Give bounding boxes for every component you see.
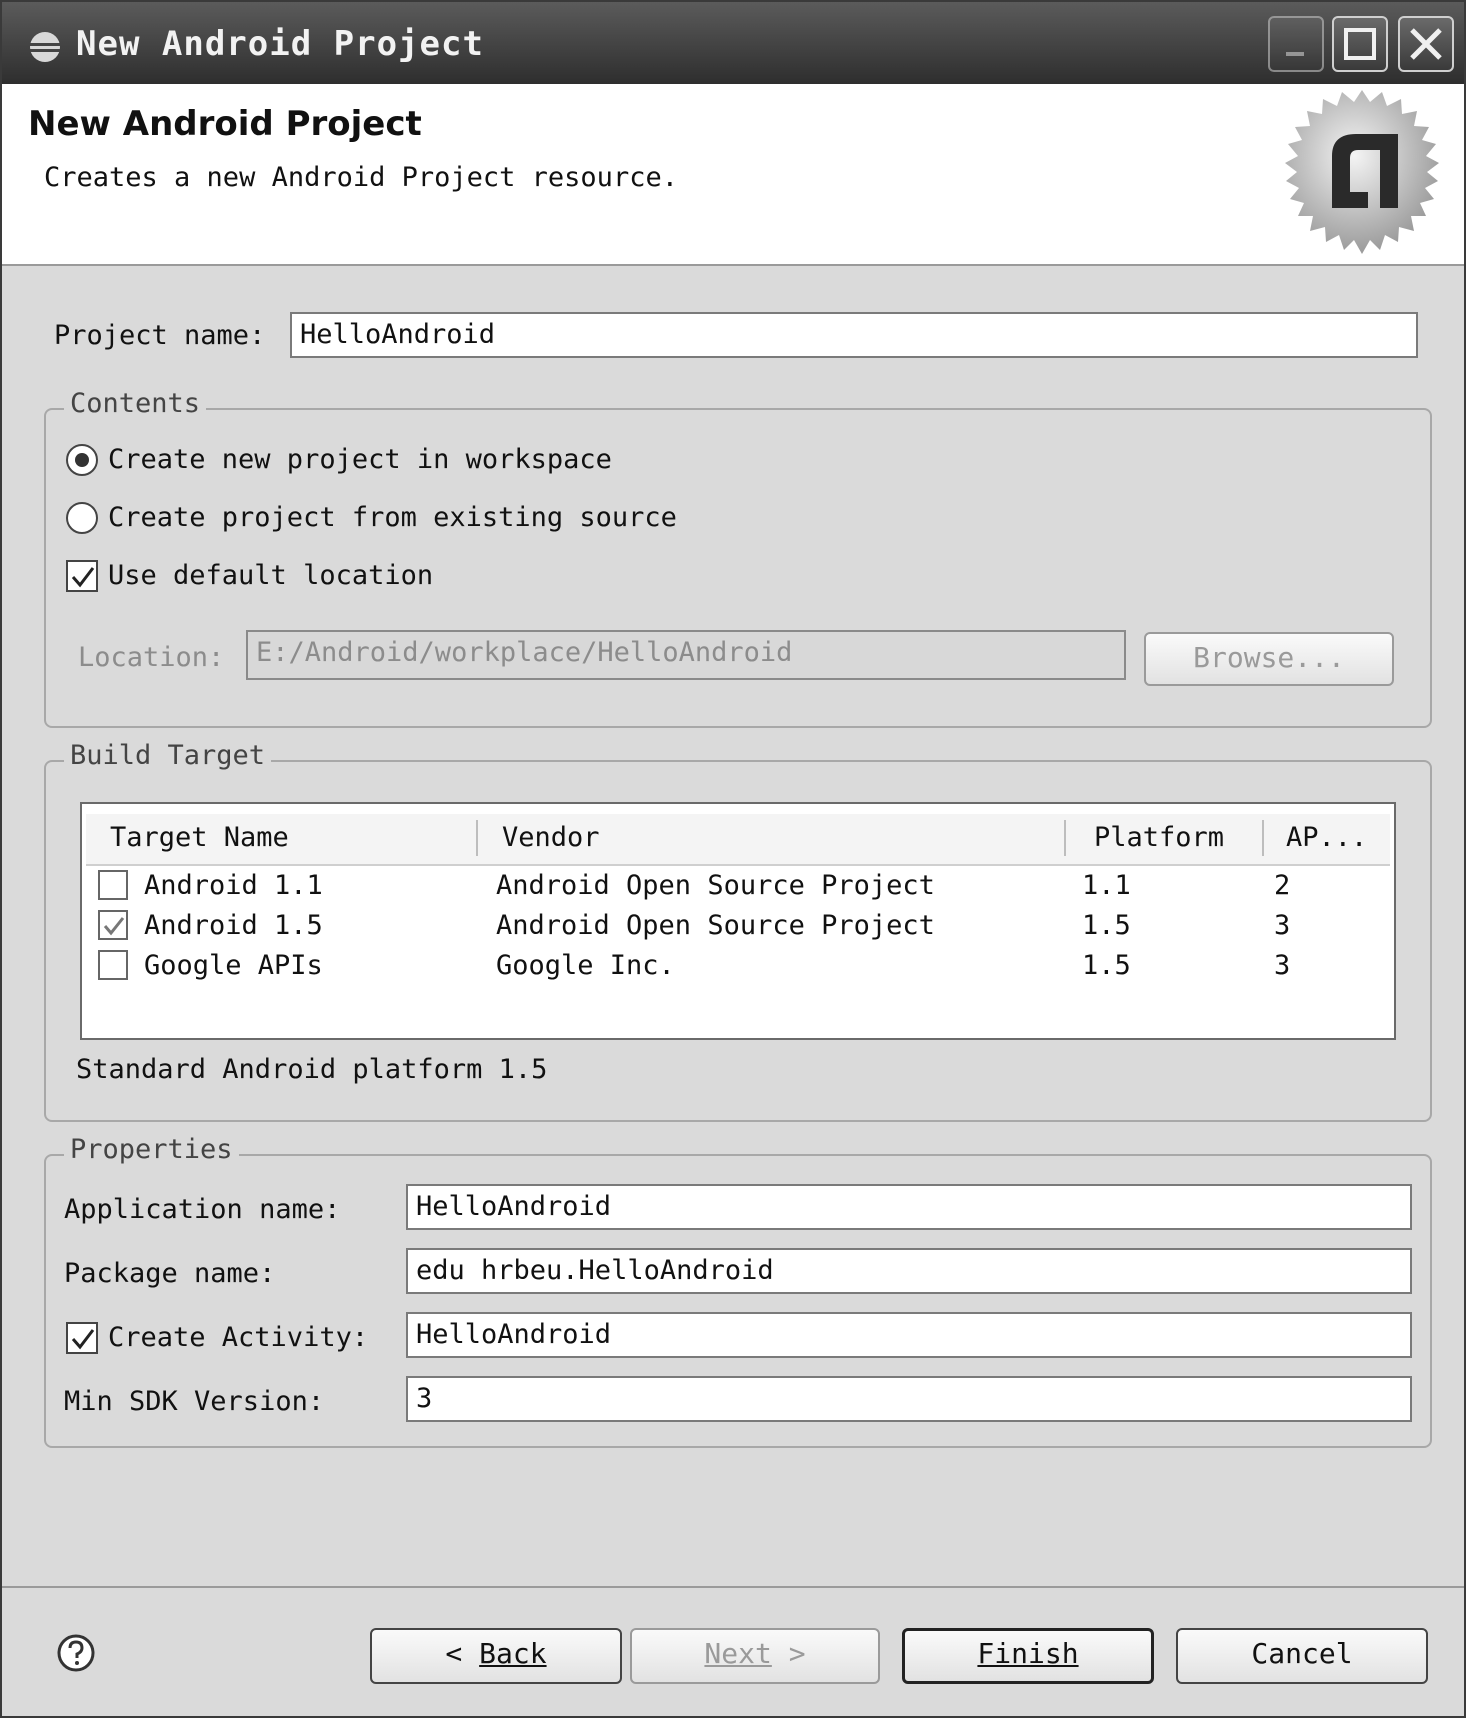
browse-button[interactable]: Browse... (1144, 632, 1394, 686)
target-name-cell[interactable]: Google APIs (144, 950, 323, 981)
package-name-field[interactable]: edu hrbeu.HelloAndroid (406, 1248, 1412, 1294)
platform-cell: 1.5 (1082, 950, 1131, 981)
location-label: Location: (78, 642, 225, 673)
next-button[interactable]: Next > (630, 1628, 880, 1684)
chevron-left-icon: < (445, 1637, 480, 1670)
back-button[interactable]: < Back (370, 1628, 622, 1684)
target-checkbox[interactable] (98, 870, 128, 900)
min-sdk-version-label: Min SDK Version: (64, 1386, 325, 1417)
target-name-cell[interactable]: Android 1.1 (144, 870, 323, 901)
title-bar[interactable]: New Android Project (2, 2, 1464, 84)
close-icon (1410, 28, 1442, 60)
radio-selected-dot (75, 453, 89, 467)
vendor-cell: Google Inc. (496, 950, 675, 981)
properties-group-title: Properties (64, 1134, 239, 1165)
location-field[interactable]: E:/Android/workplace/HelloAndroid (246, 630, 1126, 680)
column-target-name[interactable]: Target Name (110, 814, 289, 862)
next-button-label: Next (704, 1637, 772, 1670)
chevron-right-icon: > (771, 1637, 806, 1670)
finish-button-label: Finish (977, 1637, 1079, 1670)
android-logo-icon (1285, 90, 1439, 254)
column-vendor[interactable]: Vendor (502, 814, 600, 862)
column-divider[interactable] (1064, 820, 1066, 856)
eclipse-icon (30, 32, 60, 62)
new-android-project-dialog: New Android Project New Android Project … (0, 0, 1466, 1718)
column-divider[interactable] (476, 820, 478, 856)
column-api[interactable]: AP... (1286, 814, 1367, 862)
contents-group-title: Contents (64, 388, 207, 419)
checkmark-icon (71, 567, 95, 588)
button-bar-separator (2, 1586, 1464, 1588)
maximize-button[interactable] (1332, 16, 1388, 72)
project-name-label: Project name: (54, 320, 266, 351)
help-icon[interactable] (56, 1633, 96, 1673)
banner-description: Creates a new Android Project resource. (44, 162, 678, 193)
target-description: Standard Android platform 1.5 (76, 1054, 548, 1085)
api-cell: 3 (1274, 910, 1291, 941)
checkmark-icon (71, 1329, 95, 1350)
window-title: New Android Project (76, 24, 484, 64)
platform-cell: 1.5 (1082, 910, 1131, 941)
target-name-cell[interactable]: Android 1.5 (144, 910, 323, 941)
vendor-cell: Android Open Source Project (496, 910, 935, 941)
api-cell: 2 (1274, 870, 1291, 901)
platform-cell: 1.1 (1082, 870, 1131, 901)
create-new-project-radio[interactable] (66, 444, 98, 476)
table-header: Target Name Vendor Platform AP... (86, 814, 1390, 866)
build-target-table[interactable]: Target Name Vendor Platform AP... Androi… (80, 802, 1396, 1040)
close-button[interactable] (1398, 16, 1454, 72)
target-checkbox[interactable] (98, 950, 128, 980)
use-default-location-label[interactable]: Use default location (108, 560, 433, 591)
project-name-field[interactable]: HelloAndroid (290, 312, 1418, 358)
target-checkbox[interactable] (98, 910, 128, 940)
checkmark-icon (103, 917, 125, 936)
maximize-icon (1344, 28, 1376, 60)
application-name-field[interactable]: HelloAndroid (406, 1184, 1412, 1230)
application-name-label: Application name: (64, 1194, 341, 1225)
api-cell: 3 (1274, 950, 1291, 981)
banner-title: New Android Project (28, 104, 422, 144)
use-default-location-checkbox[interactable] (66, 560, 98, 592)
vendor-cell: Android Open Source Project (496, 870, 935, 901)
back-button-label: Back (479, 1637, 547, 1670)
package-name-label: Package name: (64, 1258, 276, 1289)
create-activity-checkbox[interactable] (66, 1322, 98, 1354)
wizard-banner: New Android Project Creates a new Androi… (2, 84, 1464, 266)
minimize-icon (1286, 52, 1304, 56)
column-platform[interactable]: Platform (1094, 814, 1224, 862)
build-target-group-title: Build Target (64, 740, 272, 771)
create-new-project-label[interactable]: Create new project in workspace (108, 444, 612, 475)
min-sdk-version-field[interactable]: 3 (406, 1376, 1412, 1422)
create-activity-label[interactable]: Create Activity: (108, 1322, 368, 1353)
create-activity-field[interactable]: HelloAndroid (406, 1312, 1412, 1358)
finish-button[interactable]: Finish (902, 1628, 1154, 1684)
create-from-existing-label[interactable]: Create project from existing source (108, 502, 677, 533)
minimize-button[interactable] (1268, 16, 1324, 72)
cancel-button[interactable]: Cancel (1176, 1628, 1428, 1684)
column-divider[interactable] (1262, 820, 1264, 856)
create-from-existing-radio[interactable] (66, 502, 98, 534)
